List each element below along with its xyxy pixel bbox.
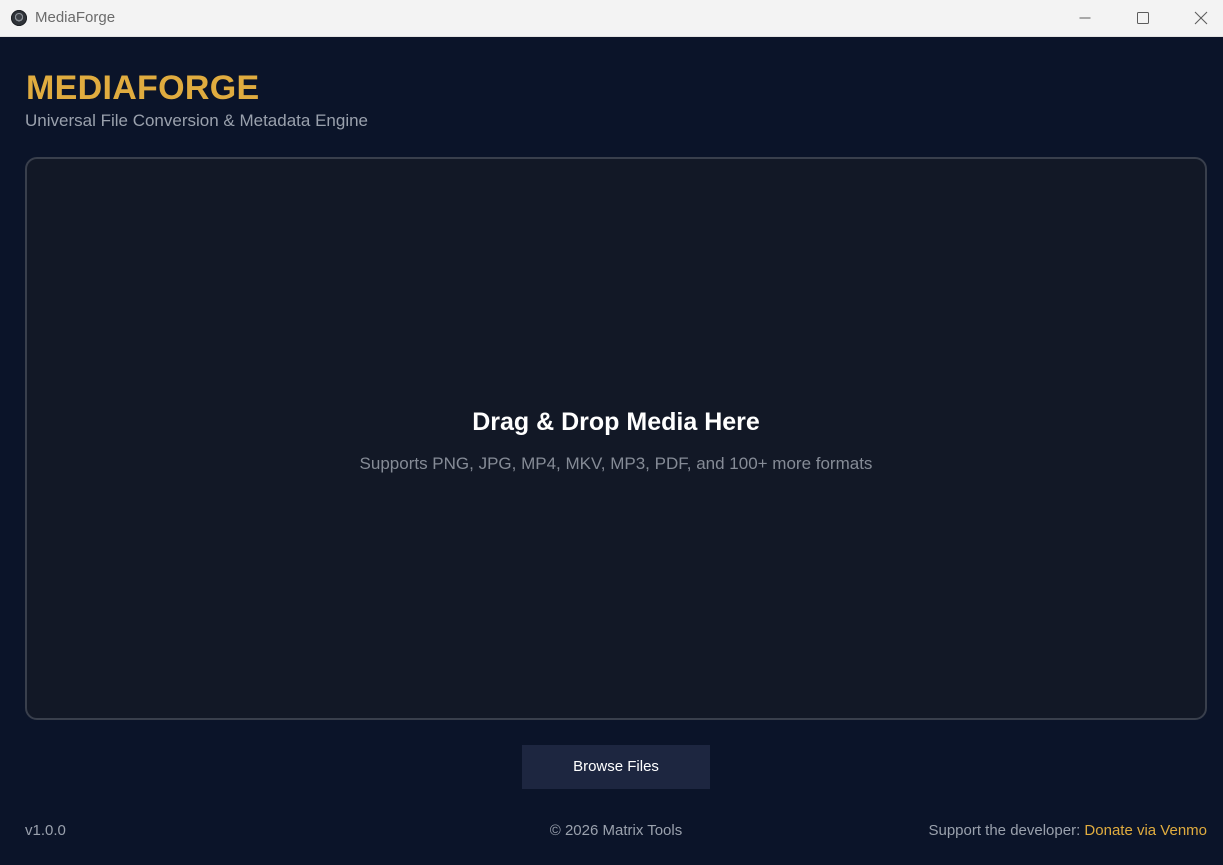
support-label: Support the developer: xyxy=(928,822,1081,839)
app-window: MediaForge MEDIAFORGE Universal File Con… xyxy=(0,0,1223,865)
drop-zone[interactable]: Drag & Drop Media Here Supports PNG, JPG… xyxy=(25,157,1207,720)
app-brand-title: MEDIAFORGE xyxy=(26,69,260,107)
maximize-button[interactable] xyxy=(1114,0,1172,36)
support-section: Support the developer: Donate via Venmo xyxy=(928,822,1207,840)
maximize-icon xyxy=(1137,12,1149,24)
browse-files-button[interactable]: Browse Files xyxy=(522,745,710,789)
app-subtitle: Universal File Conversion & Metadata Eng… xyxy=(25,111,369,130)
donate-venmo-link[interactable]: Donate via Venmo xyxy=(1084,822,1207,839)
minimize-icon xyxy=(1079,17,1091,19)
minimize-button[interactable] xyxy=(1056,0,1114,36)
drop-zone-title: Drag & Drop Media Here xyxy=(472,408,760,436)
title-bar[interactable]: MediaForge xyxy=(0,0,1223,37)
drop-zone-formats: Supports PNG, JPG, MP4, MKV, MP3, PDF, a… xyxy=(359,454,873,473)
app-logo-icon xyxy=(11,10,27,26)
close-icon xyxy=(1194,11,1208,25)
close-button[interactable] xyxy=(1172,0,1223,36)
window-title: MediaForge xyxy=(35,9,116,26)
